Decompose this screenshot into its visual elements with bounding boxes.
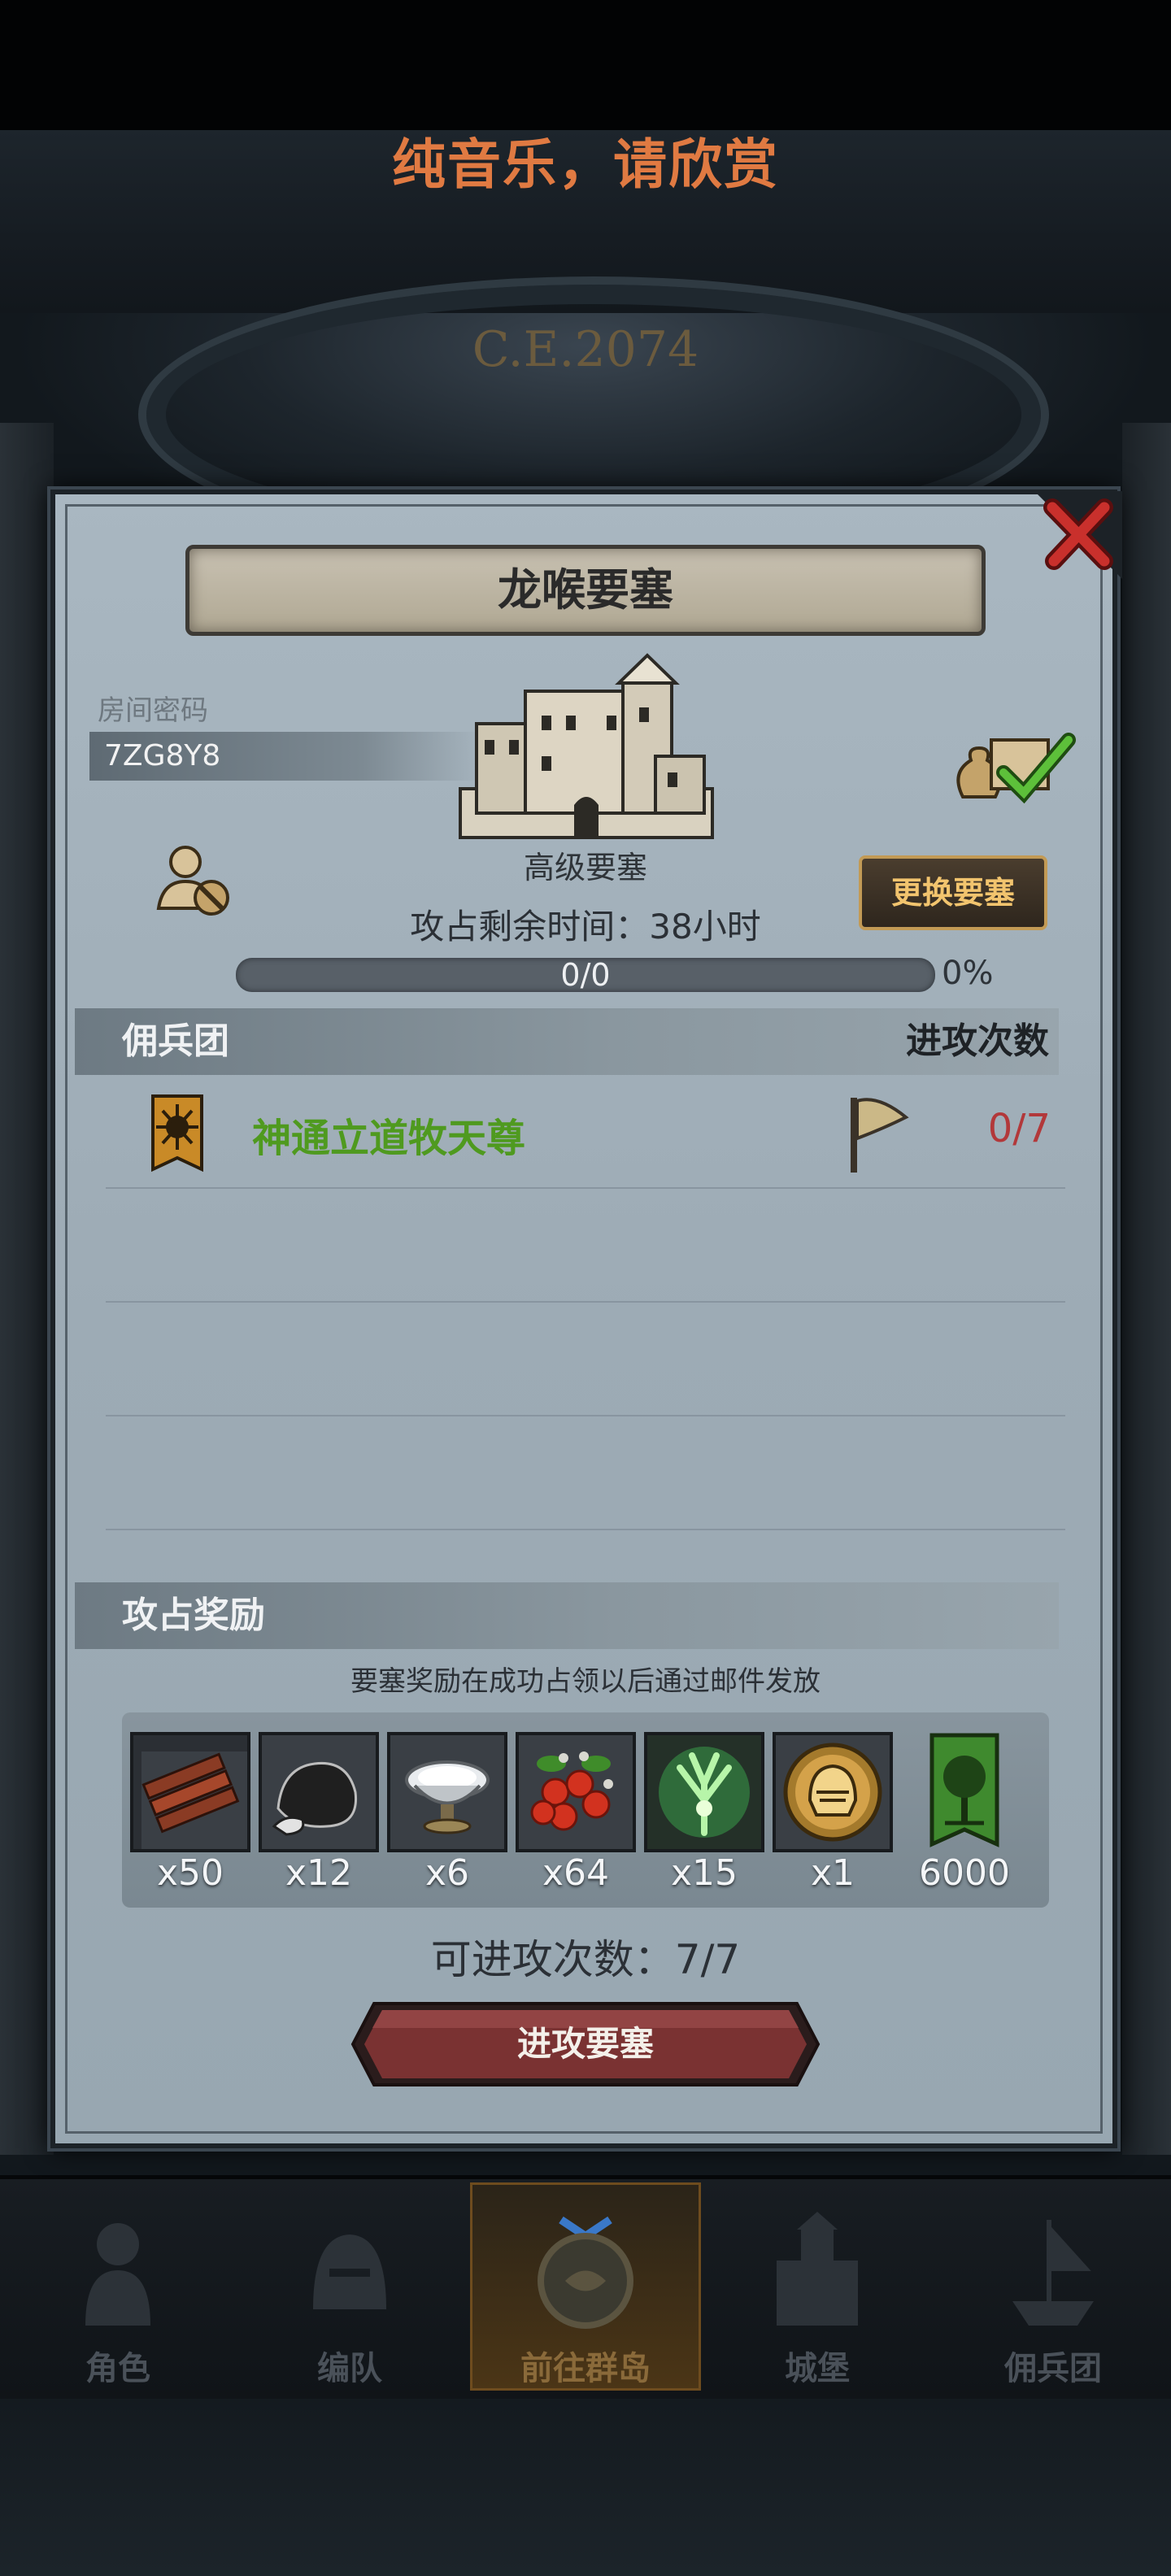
nav-mercenary[interactable]: 佣兵团 xyxy=(951,2195,1155,2391)
player-blocked-icon[interactable] xyxy=(155,839,236,920)
helmet-icon xyxy=(313,2234,386,2309)
nav-label: 城堡 xyxy=(785,2350,850,2387)
nav-label: 角色 xyxy=(85,2350,150,2387)
reward-header-label: 攻占奖励 xyxy=(122,1595,265,1636)
list-row-divider xyxy=(106,1415,1065,1416)
nav-label: 前往群岛 xyxy=(520,2350,651,2387)
attack-flag-icon xyxy=(851,1098,909,1173)
knight-icon xyxy=(85,2223,150,2326)
nav-label: 编队 xyxy=(317,2350,382,2387)
ore-rock-icon xyxy=(262,1735,376,1849)
reward-slot[interactable] xyxy=(904,1732,1025,1852)
castle-icon xyxy=(777,2212,858,2326)
dialog-title: 龙喉要塞 xyxy=(498,564,673,616)
guild-name[interactable]: 神通立道牧天尊 xyxy=(252,1106,525,1163)
nav-label: 佣兵团 xyxy=(1004,2350,1102,2387)
background-right-edge xyxy=(1122,423,1171,2155)
reward-slot[interactable] xyxy=(773,1732,893,1852)
reward-slot[interactable] xyxy=(130,1732,250,1852)
room-code-value: 7ZG8Y8 xyxy=(104,739,221,772)
background-left-edge xyxy=(0,423,54,2155)
reward-slot[interactable] xyxy=(387,1732,507,1852)
era-label: C.E.2074 xyxy=(472,321,699,378)
guild-banner-icon xyxy=(151,1094,203,1173)
loot-claimed-icon xyxy=(956,733,1076,804)
fortress-castle-icon xyxy=(459,653,714,839)
reward-slot[interactable] xyxy=(259,1732,379,1852)
ship-icon xyxy=(1012,2220,1094,2326)
capture-progress-percent: 0% xyxy=(942,955,994,992)
room-code-label: 房间密码 xyxy=(98,694,208,727)
green-tree-spirit-icon xyxy=(647,1735,761,1849)
attack-count-header-label: 进攻次数 xyxy=(906,1020,1049,1062)
reward-quantity: x1 xyxy=(810,1852,855,1894)
golden-helmet-medal-icon xyxy=(776,1735,890,1849)
reward-quantity: x6 xyxy=(424,1852,470,1894)
capture-progress-count: 0/0 xyxy=(560,957,611,993)
fortress-type: 高级要塞 xyxy=(523,850,647,886)
reward-note: 要塞奖励在成功占领以后通过邮件发放 xyxy=(350,1665,821,1698)
reward-quantity: x64 xyxy=(542,1852,610,1894)
guild-attack-count: 0/7 xyxy=(987,1106,1051,1151)
reward-quantity: x15 xyxy=(670,1852,738,1894)
list-row-divider xyxy=(106,1529,1065,1530)
close-button[interactable] xyxy=(1034,491,1122,579)
banner-text: 纯音乐，请欣赏 xyxy=(392,133,779,196)
wood-planks-icon xyxy=(141,1751,247,1849)
reward-slot[interactable] xyxy=(516,1732,636,1852)
remaining-attacks: 可进攻次数：7/7 xyxy=(430,1936,741,1983)
bottom-bar xyxy=(0,2399,1171,2576)
nav-formation[interactable]: 编队 xyxy=(248,2195,451,2391)
island-compass-icon xyxy=(538,2216,633,2329)
nav-character[interactable]: 角色 xyxy=(16,2195,220,2391)
reward-quantity: x12 xyxy=(285,1852,353,1894)
nav-islands[interactable]: 前往群岛 xyxy=(484,2195,687,2391)
reward-slot[interactable] xyxy=(644,1732,764,1852)
green-tree-banner-icon xyxy=(929,1733,999,1847)
attack-fortress-label[interactable]: 进攻要塞 xyxy=(350,1999,821,2090)
reward-quantity: 6000 xyxy=(919,1852,1010,1894)
reward-quantity: x50 xyxy=(156,1852,224,1894)
red-berries-icon xyxy=(519,1735,633,1849)
capture-time-remaining: 攻占剩余时间：38小时 xyxy=(410,907,761,946)
silver-bowl-icon xyxy=(390,1735,504,1849)
nav-castle[interactable]: 城堡 xyxy=(716,2195,919,2391)
list-row-divider xyxy=(106,1301,1065,1303)
status-bar xyxy=(0,0,1171,130)
list-row-divider xyxy=(106,1187,1065,1189)
change-fortress-label[interactable]: 更换要塞 xyxy=(859,855,1047,930)
mercenary-header-label: 佣兵团 xyxy=(122,1020,229,1062)
